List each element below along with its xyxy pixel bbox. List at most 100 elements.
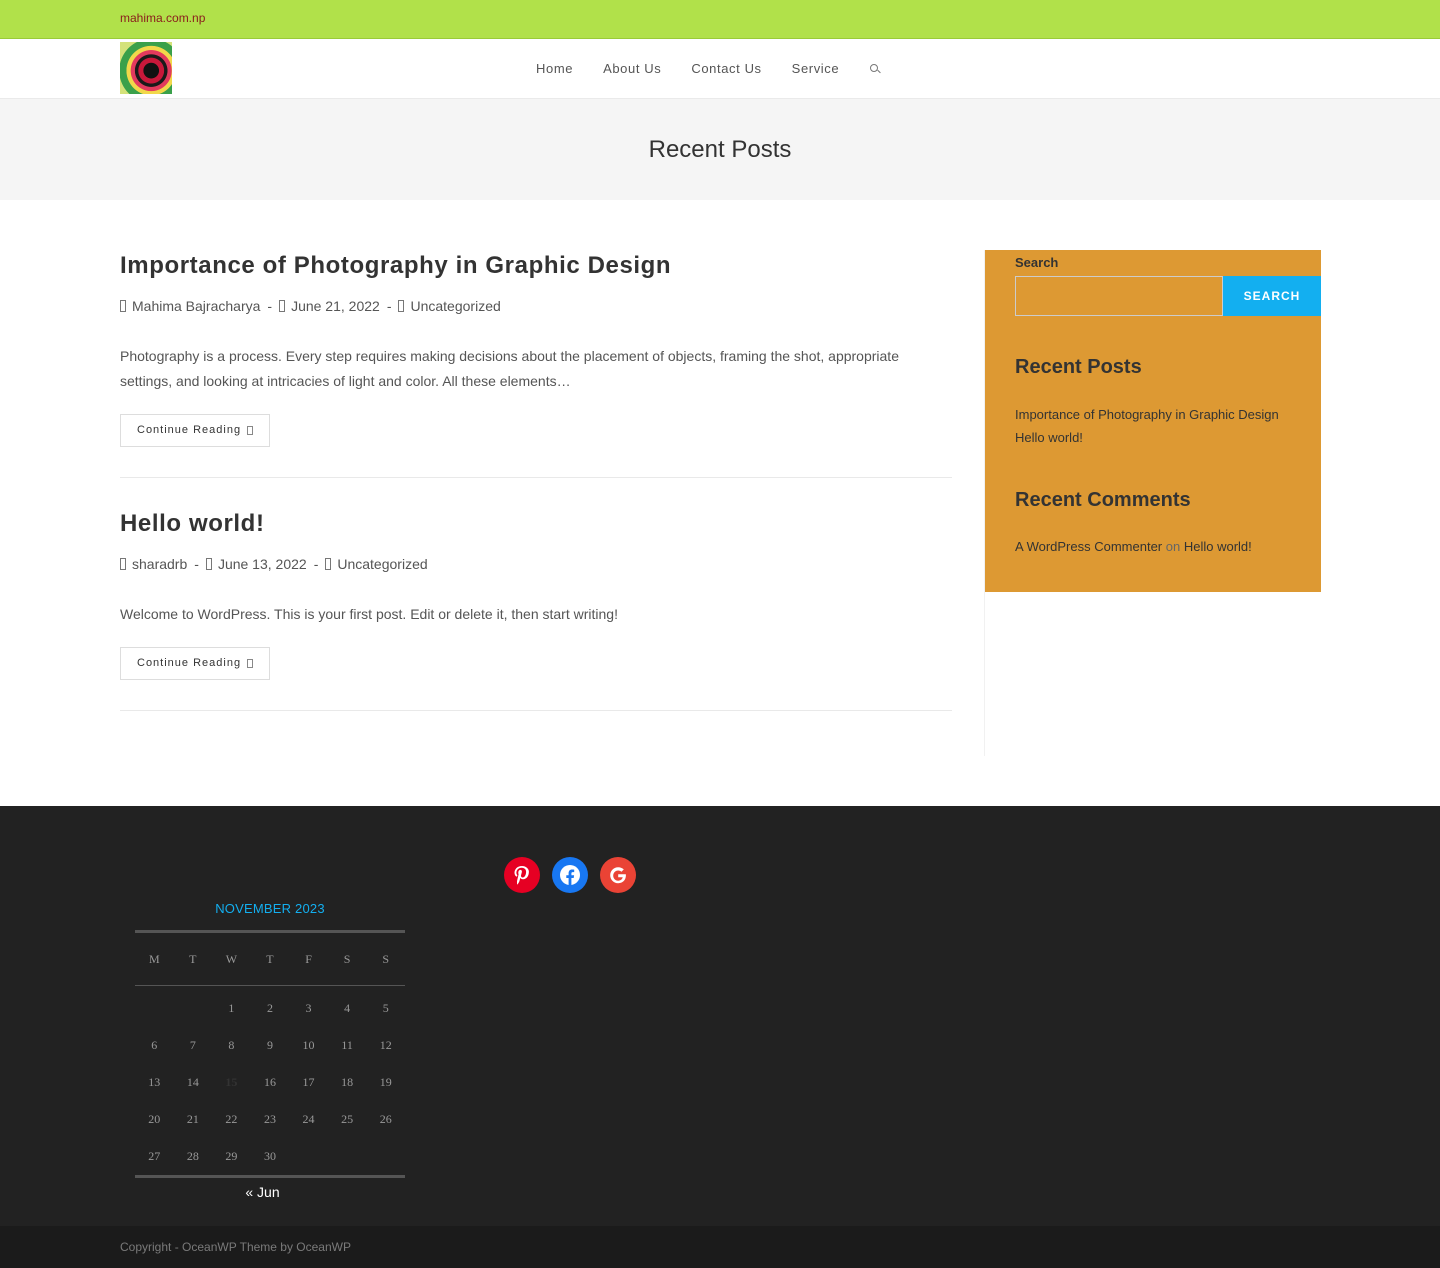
search-button[interactable]: SEARCH — [1223, 276, 1321, 316]
calendar-day: 30 — [263, 1149, 276, 1163]
calendar-empty-cell — [366, 1138, 405, 1177]
angle-right-icon — [247, 658, 254, 668]
calendar-empty-cell — [135, 986, 174, 1028]
post-excerpt: Welcome to WordPress. This is your first… — [120, 606, 618, 622]
calendar-week: 20 21 22 23 24 25 26 — [135, 1101, 405, 1138]
calendar-week: 1 2 3 4 5 — [135, 986, 405, 1028]
user-icon — [120, 558, 126, 570]
sidebar: Search SEARCH Recent Posts Importance of… — [984, 250, 1321, 756]
copyright-bar: Copyright - OceanWP Theme by OceanWP — [0, 1226, 1440, 1268]
calendar-day: 26 — [379, 1112, 392, 1126]
post-category[interactable]: Uncategorized — [410, 298, 500, 314]
content-area: Importance of Photography in Graphic Des… — [120, 200, 1321, 806]
weekday-header: F — [289, 931, 328, 986]
recent-post-link[interactable]: Importance of Photography in Graphic Des… — [1015, 403, 1321, 426]
nav-contact-us[interactable]: Contact Us — [691, 61, 761, 76]
nav-home[interactable]: Home — [536, 61, 573, 76]
weekday-header: S — [327, 931, 367, 986]
calendar-empty-cell — [289, 1138, 328, 1177]
calendar-widget: NOVEMBER 2023 M T W T F S S 1 2 3 4 5 6 7 8 9 10 1… — [135, 901, 405, 1200]
calendar-day: 20 — [148, 1112, 161, 1126]
post-title[interactable]: Importance of Photography in Graphic Des… — [120, 250, 952, 282]
site-link[interactable]: mahima.com.np — [120, 11, 205, 25]
post-excerpt: Photography is a process. Every step req… — [120, 348, 899, 389]
post-date: June 21, 2022 — [291, 298, 380, 314]
calendar-prev-link[interactable]: « Jun — [135, 1184, 390, 1200]
calendar-table: M T W T F S S 1 2 3 4 5 6 7 8 9 10 11 12 13 14 15 16 17 1… — [135, 930, 405, 1178]
post-author[interactable]: Mahima Bajracharya — [132, 298, 260, 314]
calendar-day: 3 — [305, 1001, 312, 1015]
footer: NOVEMBER 2023 M T W T F S S 1 2 3 4 5 6 7 8 9 10 1… — [0, 806, 1440, 1226]
comment-on-text: on — [1165, 539, 1181, 554]
copyright-text: Copyright - OceanWP Theme by OceanWP — [120, 1240, 351, 1254]
nav-service[interactable]: Service — [792, 61, 840, 76]
post-meta: Mahima Bajracharya - June 21, 2022 - Unc… — [120, 298, 952, 314]
comment-author-link[interactable]: A WordPress Commenter — [1015, 539, 1162, 554]
google-icon[interactable] — [600, 857, 636, 893]
post-category[interactable]: Uncategorized — [337, 556, 427, 572]
search-input[interactable] — [1015, 276, 1223, 316]
folder-icon — [398, 300, 405, 312]
post-date: June 13, 2022 — [217, 556, 307, 572]
search-icon[interactable] — [869, 63, 881, 75]
calendar-day: 4 — [344, 1001, 351, 1015]
weekday-header: W — [212, 931, 251, 986]
weekday-header: M — [135, 931, 174, 986]
continue-reading-button[interactable]: Continue Reading — [120, 647, 271, 680]
meta-separator: - — [267, 298, 273, 314]
post-item: Hello world! sharadrb - June 13, 2022 - … — [120, 508, 952, 711]
facebook-icon[interactable] — [552, 857, 588, 893]
page-header: Recent Posts — [0, 99, 1440, 200]
calendar-day: 1 — [228, 1001, 235, 1015]
calendar-day: 9 — [266, 1038, 273, 1052]
continue-reading-label: Continue Reading — [137, 657, 242, 669]
main-navigation: Home About Us Contact Us Service — [536, 39, 881, 98]
calendar-day: 25 — [341, 1112, 354, 1126]
site-logo[interactable] — [120, 42, 172, 94]
recent-post-link[interactable]: Hello world! — [1015, 426, 1321, 449]
calendar-day: 8 — [228, 1038, 235, 1052]
calendar-day: 13 — [148, 1075, 161, 1089]
calendar-day: 17 — [302, 1075, 315, 1089]
calendar-day: 28 — [186, 1149, 199, 1163]
weekday-header: T — [250, 931, 290, 986]
calendar-day: 5 — [382, 1001, 389, 1015]
post-meta: sharadrb - June 13, 2022 - Uncategorized — [120, 556, 952, 572]
calendar-day: 15 — [225, 1075, 238, 1089]
calendar-day: 22 — [225, 1112, 238, 1126]
calendar-day: 11 — [341, 1038, 353, 1052]
nav-about-us[interactable]: About Us — [603, 61, 661, 76]
calendar-day: 10 — [302, 1038, 315, 1052]
calendar-day: 6 — [151, 1038, 158, 1052]
folder-icon — [325, 558, 332, 570]
meta-separator: - — [194, 556, 199, 572]
calendar-day: 29 — [225, 1149, 238, 1163]
post-author[interactable]: sharadrb — [132, 556, 187, 572]
calendar-day: 7 — [189, 1038, 196, 1052]
recent-posts-list: Importance of Photography in Graphic Des… — [1015, 403, 1321, 449]
calendar-icon — [279, 300, 286, 312]
comment-post-link[interactable]: Hello world! — [1184, 539, 1252, 554]
post-item: Importance of Photography in Graphic Des… — [120, 250, 952, 478]
calendar-icon — [205, 558, 212, 570]
calendar-day: 24 — [302, 1112, 315, 1126]
calendar-day: 23 — [263, 1112, 276, 1126]
calendar-day: 16 — [263, 1075, 276, 1089]
calendar-day: 18 — [341, 1075, 354, 1089]
calendar-week: 27 28 29 30 — [135, 1138, 405, 1177]
calendar-day: 21 — [186, 1112, 199, 1126]
continue-reading-button[interactable]: Continue Reading — [120, 414, 271, 447]
calendar-day: 27 — [148, 1149, 161, 1163]
meta-separator: - — [386, 298, 392, 314]
calendar-empty-cell — [174, 986, 213, 1028]
social-icons — [504, 857, 648, 893]
calendar-empty-cell — [328, 1138, 367, 1177]
post-list: Importance of Photography in Graphic Des… — [120, 250, 952, 741]
calendar-week: 6 7 8 9 10 11 12 — [135, 1027, 405, 1064]
recent-comments-title: Recent Comments — [1015, 489, 1191, 511]
post-title[interactable]: Hello world! — [120, 508, 952, 540]
recent-posts-title: Recent Posts — [1015, 356, 1142, 378]
user-icon — [120, 300, 126, 312]
calendar-day: 19 — [379, 1075, 392, 1089]
pinterest-icon[interactable] — [504, 857, 540, 893]
